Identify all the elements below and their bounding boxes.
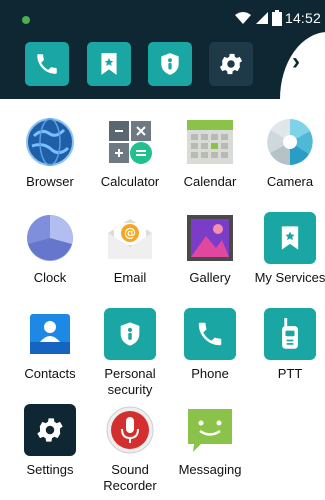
- camera-icon: [264, 116, 316, 168]
- dock-my-services-button[interactable]: [87, 42, 131, 86]
- app-label: Email: [113, 270, 147, 285]
- app-label: Calendar: [183, 174, 237, 189]
- app-label: Messaging: [178, 462, 242, 477]
- gallery-icon: [184, 212, 236, 264]
- clock-icon: [24, 212, 76, 264]
- app-label: Sound Recorder: [93, 462, 167, 494]
- app-personal-security[interactable]: Personal security: [93, 308, 167, 404]
- app-label: Contacts: [24, 366, 76, 381]
- status-icons: 14:52: [234, 10, 321, 26]
- security-shield-icon: [104, 308, 156, 360]
- app-label: Settings: [26, 462, 74, 477]
- app-phone[interactable]: Phone: [173, 308, 247, 404]
- app-label: Gallery: [189, 270, 231, 285]
- wifi-icon: [234, 12, 251, 24]
- app-label-line2: Recorder: [103, 478, 157, 493]
- app-settings[interactable]: Settings: [13, 404, 87, 500]
- phone-icon: [37, 54, 57, 74]
- app-label: Browser: [26, 174, 74, 189]
- settings-gear-icon: [219, 53, 243, 75]
- app-gallery[interactable]: Gallery: [173, 212, 247, 308]
- app-label: PTT: [277, 366, 303, 381]
- app-label: Phone: [191, 366, 229, 381]
- microphone-icon: [104, 404, 156, 456]
- calculator-icon: [104, 116, 156, 168]
- gear-icon: [24, 404, 76, 456]
- my-services-bookmark-icon: [101, 53, 117, 75]
- app-label-line1: Personal: [104, 366, 156, 381]
- app-label: Personal security: [93, 366, 167, 398]
- status-bar: 14:52: [0, 0, 325, 32]
- personal-security-icon: [161, 53, 179, 75]
- app-contacts[interactable]: Contacts: [13, 308, 87, 404]
- calendar-icon: [184, 116, 236, 168]
- app-label-line1: Sound: [111, 462, 149, 477]
- app-clock[interactable]: Clock: [13, 212, 87, 308]
- phone-icon: [184, 308, 236, 360]
- app-email[interactable]: @ Email: [93, 212, 167, 308]
- status-time: 14:52: [284, 10, 321, 26]
- svg-text:@: @: [124, 226, 136, 240]
- signal-icon: [255, 12, 268, 24]
- app-camera[interactable]: Camera: [253, 116, 325, 212]
- walkie-talkie-icon: [264, 308, 316, 360]
- app-messaging[interactable]: Messaging: [173, 404, 247, 500]
- dock-personal-security-button[interactable]: [148, 42, 192, 86]
- app-label-line2: security: [107, 382, 153, 397]
- app-my-services[interactable]: My Services: [253, 212, 325, 308]
- email-icon: @: [104, 212, 156, 264]
- app-sound-recorder[interactable]: Sound Recorder: [93, 404, 167, 500]
- dock-curve: [280, 32, 325, 99]
- app-ptt[interactable]: PTT: [253, 308, 325, 404]
- bookmark-icon: [264, 212, 316, 264]
- battery-icon: [271, 10, 282, 26]
- dock-phone-button[interactable]: [25, 42, 69, 86]
- globe-icon: [24, 116, 76, 168]
- notification-dot-icon: [22, 16, 30, 24]
- app-label: My Services: [254, 270, 325, 285]
- favorites-dock: ›: [0, 32, 325, 99]
- app-browser[interactable]: Browser: [13, 116, 87, 212]
- app-label: Clock: [33, 270, 67, 285]
- app-label: Camera: [266, 174, 314, 189]
- app-calendar[interactable]: Calendar: [173, 116, 247, 212]
- app-calculator[interactable]: Calculator: [93, 116, 167, 212]
- contacts-icon: [24, 308, 76, 360]
- dock-settings-button[interactable]: [209, 42, 253, 86]
- app-label: Calculator: [100, 174, 160, 189]
- message-icon: [184, 404, 236, 456]
- chevron-right-icon[interactable]: ›: [292, 48, 300, 76]
